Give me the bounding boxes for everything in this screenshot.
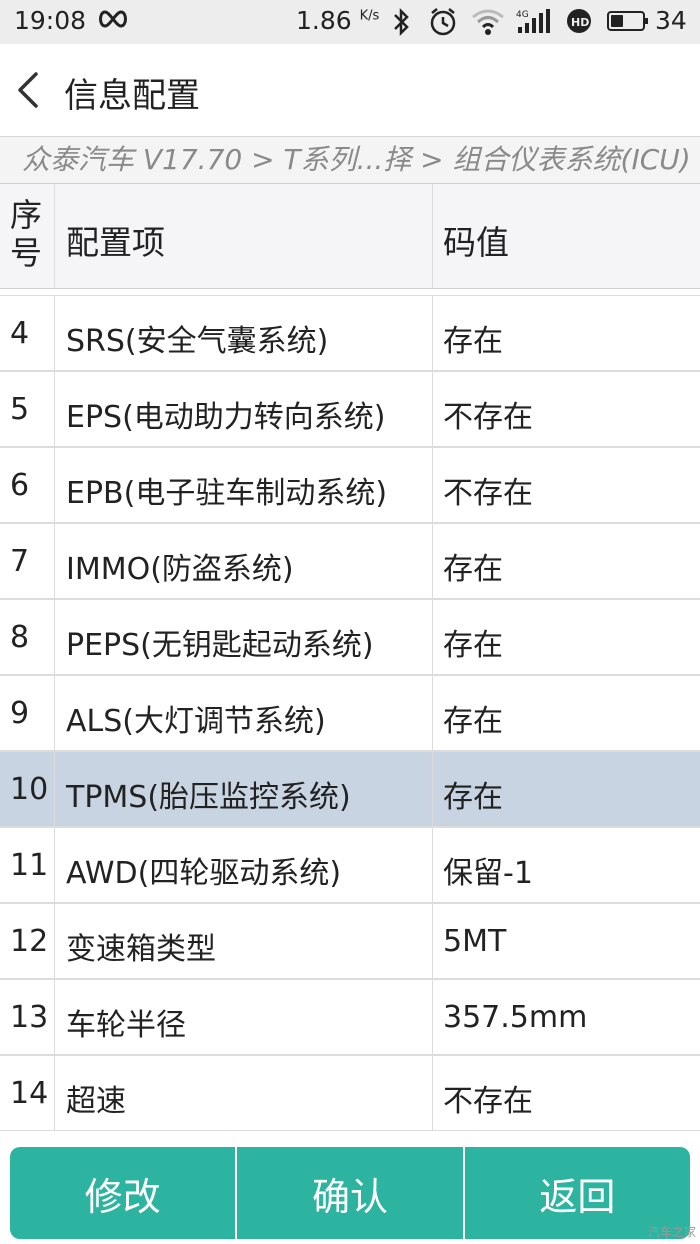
row-code-value: 不存在: [443, 1084, 533, 1119]
battery-icon: [607, 11, 648, 31]
row-config-item: EPS(电动助力转向系统): [66, 400, 386, 435]
row-config-item: PEPS(无钥匙起动系统): [66, 628, 374, 663]
table-row[interactable]: 5 EPS(电动助力转向系统) 不存在: [0, 371, 700, 447]
wifi-icon: [472, 9, 504, 35]
table-row[interactable]: 9 ALS(大灯调节系统) 存在: [0, 675, 700, 751]
table-row[interactable]: 14 超速 不存在: [0, 1055, 700, 1131]
row-code-value: 357.5mm: [443, 1000, 588, 1035]
row-index: 10: [10, 772, 49, 807]
column-header-index: 序号: [10, 196, 43, 272]
row-code-value: 存在: [443, 628, 503, 663]
column-divider: [432, 600, 433, 674]
status-time: 19:08: [14, 6, 87, 35]
table-header: 序号 配置项 码值: [0, 183, 700, 289]
row-code-value: 存在: [443, 780, 503, 815]
column-divider: [432, 296, 433, 370]
column-divider: [432, 372, 433, 446]
row-index: 4: [10, 316, 30, 351]
alarm-icon: [430, 8, 456, 36]
table-row[interactable]: 6 EPB(电子驻车制动系统) 不存在: [0, 447, 700, 523]
row-index: 14: [10, 1076, 49, 1111]
row-config-item: TPMS(胎压监控系统): [66, 780, 351, 815]
column-divider: [54, 448, 55, 522]
column-divider: [54, 296, 55, 370]
column-divider: [432, 524, 433, 598]
modify-button[interactable]: 修改: [10, 1147, 238, 1239]
row-code-value: 存在: [443, 324, 503, 359]
column-divider: [54, 904, 55, 978]
row-config-item: 车轮半径: [66, 1008, 186, 1043]
row-config-item: 变速箱类型: [66, 932, 216, 967]
footer-button-bar: 修改 确认 返回: [10, 1147, 690, 1239]
row-index: 13: [10, 1000, 49, 1035]
table-row[interactable]: 11 AWD(四轮驱动系统) 保留-1: [0, 827, 700, 903]
column-header-item: 配置项: [66, 223, 165, 262]
row-config-item: 超速: [66, 1084, 126, 1119]
column-divider: [54, 184, 55, 288]
row-code-value: 存在: [443, 704, 503, 739]
svg-text:4G: 4G: [516, 10, 529, 20]
row-config-item: ALS(大灯调节系统): [66, 704, 326, 739]
row-config-item: EPB(电子驻车制动系统): [66, 476, 388, 511]
row-config-item: SRS(安全气囊系统): [66, 324, 329, 359]
row-index: 6: [10, 468, 30, 503]
row-config-item: IMMO(防盗系统): [66, 552, 294, 587]
column-divider: [432, 184, 433, 288]
back-arrow-icon[interactable]: [8, 66, 48, 114]
column-divider: [432, 752, 433, 826]
row-code-value: 存在: [443, 552, 503, 587]
bluetooth-icon: [394, 7, 409, 37]
table-row[interactable]: 8 PEPS(无钥匙起动系统) 存在: [0, 599, 700, 675]
confirm-button[interactable]: 确认: [237, 1147, 465, 1239]
row-index: 7: [10, 544, 30, 579]
battery-level: 34: [655, 6, 687, 35]
infinity-icon: [99, 10, 127, 28]
table-row[interactable]: 13 车轮半径 357.5mm: [0, 979, 700, 1055]
column-divider: [432, 828, 433, 902]
watermark: 汽车之家: [647, 1225, 696, 1239]
row-index: 5: [10, 392, 30, 427]
column-divider: [54, 1056, 55, 1130]
column-divider: [432, 676, 433, 750]
column-divider: [54, 828, 55, 902]
status-speed: 1.86 K/s: [296, 6, 380, 35]
table-row[interactable]: 7 IMMO(防盗系统) 存在: [0, 523, 700, 599]
hd-icon: HD: [567, 9, 591, 33]
column-divider: [54, 676, 55, 750]
row-index: 11: [10, 848, 49, 883]
breadcrumb: 众泰汽车 V17.70 > T系列...择 > 组合仪表系统(ICU): [0, 137, 700, 183]
column-divider: [54, 752, 55, 826]
column-divider: [54, 600, 55, 674]
column-header-value: 码值: [443, 223, 509, 262]
signal-icon: 4G: [516, 9, 550, 33]
column-divider: [432, 448, 433, 522]
row-code-value: 不存在: [443, 400, 533, 435]
svg-text:HD: HD: [571, 16, 589, 29]
row-code-value: 保留-1: [443, 856, 533, 891]
column-divider: [432, 1056, 433, 1130]
row-code-value: 不存在: [443, 476, 533, 511]
row-code-value: 5MT: [443, 924, 507, 959]
column-divider: [432, 980, 433, 1054]
page-title: 信息配置: [64, 76, 200, 116]
table-row[interactable]: 4 SRS(安全气囊系统) 存在: [0, 295, 700, 371]
row-index: 8: [10, 620, 30, 655]
row-config-item: AWD(四轮驱动系统): [66, 856, 342, 891]
column-divider: [54, 524, 55, 598]
column-divider: [54, 980, 55, 1054]
column-divider: [432, 904, 433, 978]
row-index: 12: [10, 924, 49, 959]
row-index: 9: [10, 696, 30, 731]
status-bar: 19:08 1.86 K/s 4G HD 34: [0, 0, 700, 44]
table-row[interactable]: 12 变速箱类型 5MT: [0, 903, 700, 979]
table-row[interactable]: 10 TPMS(胎压监控系统) 存在: [0, 751, 700, 827]
column-divider: [54, 372, 55, 446]
title-bar: 信息配置: [0, 44, 700, 137]
